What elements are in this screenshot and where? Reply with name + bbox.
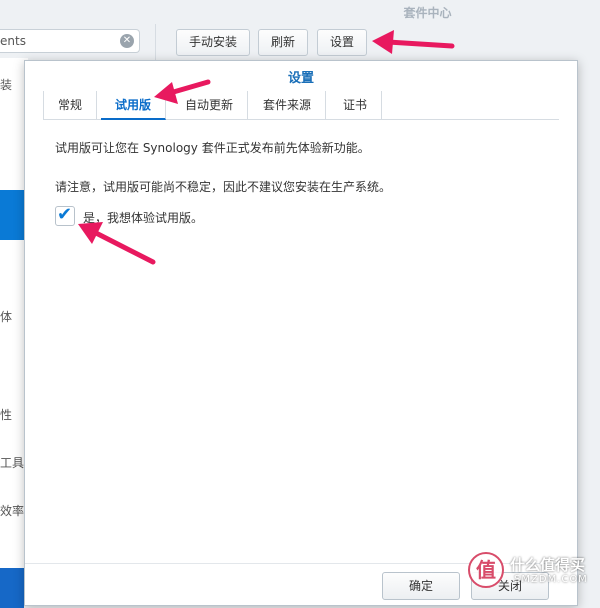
clear-search-icon[interactable]: ✕	[120, 34, 134, 48]
checkmark-icon: ✔	[57, 204, 73, 225]
watermark-text: 什么值得买	[510, 556, 586, 574]
sidebar-item-selected[interactable]	[0, 190, 24, 240]
taskbar-strip	[0, 568, 24, 608]
tab-beta[interactable]: 试用版	[101, 91, 167, 120]
tab-certificate[interactable]: 证书	[329, 91, 383, 120]
refresh-button[interactable]: 刷新	[258, 29, 309, 56]
arrow-to-settings-icon	[372, 30, 455, 54]
search-input[interactable]: ents ✕	[0, 29, 140, 53]
toolbar-divider	[155, 24, 156, 60]
settings-button[interactable]: 设置	[317, 29, 368, 56]
app-title: 套件中心	[403, 6, 452, 20]
dialog-tabs: 常规 试用版 自动更新 套件来源 证书	[43, 91, 559, 120]
tab-package-sources[interactable]: 套件来源	[249, 91, 327, 120]
watermark-subtext: SMZDM.COM	[514, 574, 588, 585]
dialog-title: 设置	[287, 71, 314, 86]
watermark: 值 什么值得买 SMZDM.COM	[468, 550, 594, 592]
search-input-value: ents	[0, 34, 26, 48]
manual-install-button[interactable]: 手动安装	[176, 29, 251, 56]
tab-auto-update[interactable]: 自动更新	[171, 91, 249, 120]
ok-button[interactable]: 确定	[382, 572, 460, 600]
beta-opt-in-label[interactable]: 是，我想体验试用版。	[83, 209, 203, 226]
beta-opt-in-checkbox[interactable]: ✔	[55, 204, 75, 226]
settings-dialog: 设置 常规 试用版 自动更新 套件来源 证书 试用版可让您在 Synology …	[24, 60, 578, 606]
beta-description: 试用版可让您在 Synology 套件正式发布前先体验新功能。	[55, 141, 370, 155]
watermark-logo-icon: 值	[468, 552, 504, 588]
tab-general[interactable]: 常规	[43, 91, 98, 120]
beta-warning: 请注意，试用版可能尚不稳定，因此不建议您安装在生产系统。	[55, 180, 392, 194]
